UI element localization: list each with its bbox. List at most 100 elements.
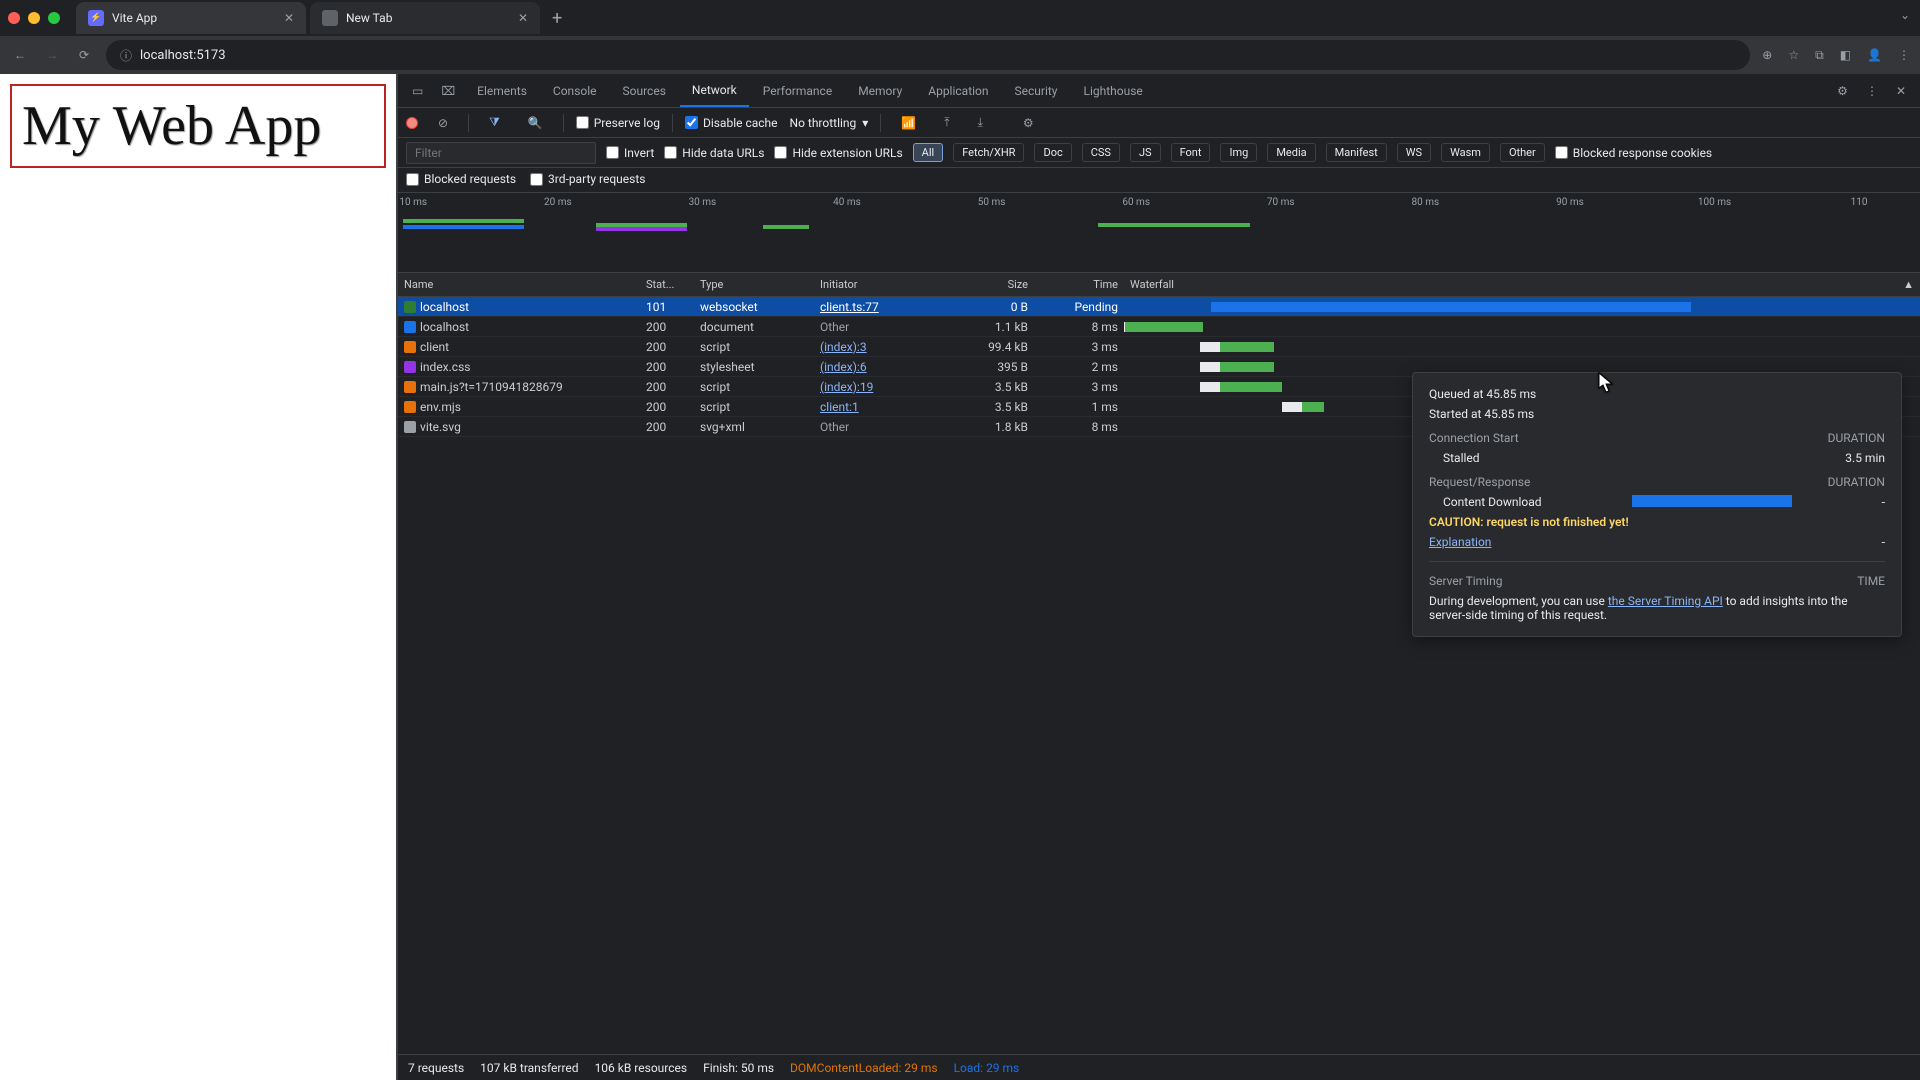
filter-type-all[interactable]: All (913, 143, 944, 162)
network-conditions-icon[interactable]: 📶 (893, 110, 924, 136)
filter-type-doc[interactable]: Doc (1034, 143, 1071, 162)
more-icon[interactable]: ⋮ (1858, 78, 1886, 104)
filter-type-other[interactable]: Other (1500, 143, 1545, 162)
device-toggle-icon[interactable]: ⌧ (433, 78, 463, 104)
menu-icon[interactable]: ⋮ (1898, 48, 1910, 63)
hide-data-urls-checkbox[interactable]: Hide data URLs (664, 146, 764, 160)
size-cell: 3.5 kB (954, 400, 1034, 414)
waterfall-bar (1200, 362, 1220, 372)
initiator-link[interactable]: (index):6 (820, 360, 867, 374)
import-icon[interactable]: ⤒ (936, 109, 957, 136)
bookmark-icon[interactable]: ☆ (1788, 48, 1799, 63)
type-cell: svg+xml (694, 420, 814, 434)
invert-checkbox[interactable]: Invert (606, 146, 654, 160)
devtools-tab-lighthouse[interactable]: Lighthouse (1072, 76, 1155, 106)
col-status[interactable]: Stat... (640, 278, 694, 291)
address-bar[interactable]: ⓘ localhost:5173 (106, 40, 1750, 70)
table-row[interactable]: client200script(index):399.4 kB3 ms (398, 337, 1920, 357)
initiator-link[interactable]: client:1 (820, 400, 859, 414)
preserve-log-checkbox[interactable]: Preserve log (576, 116, 660, 130)
filter-type-fetchxhr[interactable]: Fetch/XHR (953, 143, 1024, 162)
col-initiator[interactable]: Initiator (814, 278, 954, 291)
status-cell: 101 (640, 300, 694, 314)
export-icon[interactable]: ⤓ (970, 109, 991, 136)
window-controls (8, 12, 60, 24)
extensions-icon[interactable]: ⧉ (1815, 48, 1824, 63)
time-cell: 1 ms (1034, 400, 1124, 414)
overview-timeline[interactable]: 10 ms20 ms30 ms40 ms50 ms60 ms70 ms80 ms… (398, 193, 1920, 273)
minimize-window-button[interactable] (28, 12, 40, 24)
size-cell: 3.5 kB (954, 380, 1034, 394)
forward-button[interactable]: → (42, 48, 62, 62)
devtools-tab-memory[interactable]: Memory (846, 76, 914, 106)
filter-type-js[interactable]: JS (1130, 143, 1161, 162)
overview-bar (763, 225, 809, 229)
reload-button[interactable]: ⟳ (74, 48, 94, 62)
site-info-icon[interactable]: ⓘ (120, 47, 132, 64)
col-size[interactable]: Size (954, 278, 1034, 291)
size-cell: 0 B (954, 300, 1034, 314)
clear-icon[interactable]: ⊘ (430, 110, 456, 136)
filter-type-wasm[interactable]: Wasm (1441, 143, 1490, 162)
zoom-icon[interactable]: ⊕ (1762, 48, 1772, 63)
dev-hint-prefix: During development, you can use (1429, 594, 1608, 608)
filter-input[interactable] (406, 142, 596, 164)
filter-type-img[interactable]: Img (1220, 143, 1257, 162)
maximize-window-button[interactable] (48, 12, 60, 24)
settings-icon[interactable]: ⚙ (1829, 78, 1856, 104)
throttling-select[interactable]: No throttling▾ (790, 116, 869, 130)
devtools-tab-sources[interactable]: Sources (611, 76, 678, 106)
close-tab-icon[interactable]: ✕ (518, 11, 528, 25)
back-button[interactable]: ← (10, 48, 30, 62)
filter-toggle-icon[interactable]: ⧩ (481, 109, 508, 136)
overview-bar (403, 225, 525, 229)
record-button[interactable] (406, 117, 418, 129)
disable-cache-checkbox[interactable]: Disable cache (685, 116, 778, 130)
blocked-requests-checkbox[interactable]: Blocked requests (406, 172, 516, 186)
hide-extension-urls-checkbox[interactable]: Hide extension URLs (774, 146, 902, 160)
chevron-down-icon[interactable]: ⌄ (1900, 8, 1910, 22)
devtools-tab-performance[interactable]: Performance (751, 76, 844, 106)
inspect-icon[interactable]: ▭ (404, 78, 431, 104)
overview-tick: 70 ms (1267, 197, 1295, 208)
filter-type-css[interactable]: CSS (1082, 143, 1120, 162)
search-icon[interactable]: 🔍 (520, 110, 551, 136)
close-tab-icon[interactable]: ✕ (284, 11, 294, 25)
settings-icon[interactable]: ⚙ (1015, 110, 1042, 136)
col-type[interactable]: Type (694, 278, 814, 291)
time-cell: 3 ms (1034, 340, 1124, 354)
explanation-link[interactable]: Explanation (1429, 535, 1491, 549)
filter-type-manifest[interactable]: Manifest (1326, 143, 1387, 162)
stalled-label: Stalled (1429, 451, 1480, 465)
devtools-tab-console[interactable]: Console (541, 76, 609, 106)
blocked-cookies-checkbox[interactable]: Blocked response cookies (1555, 146, 1712, 160)
devtools-tab-application[interactable]: Application (916, 76, 1000, 106)
file-type-icon (404, 301, 416, 313)
filter-type-media[interactable]: Media (1267, 143, 1315, 162)
file-type-icon (404, 401, 416, 413)
third-party-checkbox[interactable]: 3rd-party requests (530, 172, 645, 186)
table-row[interactable]: localhost101websocketclient.ts:770 BPend… (398, 297, 1920, 317)
close-devtools-icon[interactable]: ✕ (1888, 78, 1914, 104)
close-window-button[interactable] (8, 12, 20, 24)
server-timing-api-link[interactable]: the Server Timing API (1608, 594, 1723, 608)
col-time[interactable]: Time (1034, 278, 1124, 291)
file-type-icon (404, 341, 416, 353)
col-name[interactable]: Name (398, 278, 640, 291)
filter-type-ws[interactable]: WS (1397, 143, 1431, 162)
devtools-tab-network[interactable]: Network (680, 75, 749, 107)
new-tab-button[interactable]: + (544, 4, 570, 33)
col-waterfall[interactable]: Waterfall (1124, 278, 1903, 291)
initiator-link[interactable]: client.ts:77 (820, 300, 879, 314)
devtools-tab-elements[interactable]: Elements (465, 76, 539, 106)
tab-vite-app[interactable]: ⚡ Vite App ✕ (76, 2, 306, 34)
table-row[interactable]: localhost200documentOther1.1 kB8 ms (398, 317, 1920, 337)
profile-icon[interactable]: 👤 (1867, 48, 1882, 63)
devtools-tab-security[interactable]: Security (1003, 76, 1070, 106)
time-cell: 8 ms (1034, 320, 1124, 334)
initiator-link[interactable]: (index):19 (820, 380, 873, 394)
filter-type-font[interactable]: Font (1171, 143, 1211, 162)
initiator-link[interactable]: (index):3 (820, 340, 867, 354)
tab-new-tab[interactable]: New Tab ✕ (310, 2, 540, 34)
side-panel-icon[interactable]: ◧ (1840, 48, 1851, 63)
